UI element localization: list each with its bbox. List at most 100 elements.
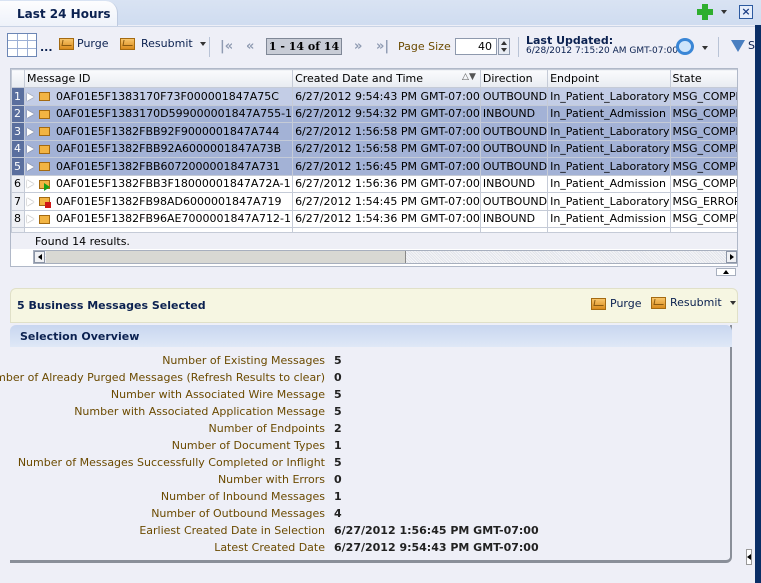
filter-icon[interactable]: [731, 40, 745, 52]
message-id-cell[interactable]: 0AF01E5F1382FB96AE7000001847A712-1: [23, 209, 294, 228]
results-footer: Found 14 results.: [11, 232, 737, 249]
close-icon[interactable]: ×: [739, 5, 753, 19]
add-dropdown-icon[interactable]: [721, 10, 727, 14]
envelope-icon: [39, 144, 50, 154]
next-page-icon[interactable]: »: [354, 39, 362, 54]
message-id: 0AF01E5F1382FBB6072000001847A731: [56, 159, 281, 173]
table-row[interactable]: 6 0AF01E5F1382FBB3F18000001847A72A-1 6/27/…: [11, 174, 737, 193]
overview-row: Number of Outbound Messages 4: [10, 507, 732, 524]
purge-icon: [59, 37, 74, 50]
message-id: 0AF01E5F1382FBB3F18000001847A72A-1: [56, 177, 291, 191]
scroll-up-button[interactable]: [737, 88, 738, 100]
overview-label: Number of Already Purged Messages (Refre…: [0, 371, 325, 384]
overview-value: 5: [334, 354, 342, 367]
column-header-created[interactable]: Created Date and Time △▼: [292, 69, 481, 88]
table-row[interactable]: 7 0AF01E5F1382FB98AD6000001847A719 6/27/20…: [11, 192, 737, 211]
message-id: 0AF01E5F1383170D599000001847A755-1: [56, 107, 293, 121]
table-row[interactable]: 8 0AF01E5F1382FB96AE7000001847A712-1 6/27/…: [11, 209, 737, 228]
tab-bar: Last 24 Hours ×: [0, 0, 761, 26]
message-id-cell[interactable]: 0AF01E5F1383170F73F000001847A75C: [23, 87, 294, 106]
column-header-endpoint[interactable]: Endpoint: [547, 69, 671, 88]
expand-icon[interactable]: [27, 145, 34, 154]
column-header-state[interactable]: State: [669, 69, 737, 88]
vertical-scrollbar[interactable]: [737, 88, 738, 231]
refresh-icon[interactable]: [676, 38, 694, 55]
expand-icon[interactable]: [27, 180, 34, 189]
state-cell: MSG_COMPLETE: [669, 87, 737, 106]
overview-title: Selection Overview: [20, 330, 140, 343]
horizontal-scrollbar[interactable]: [33, 250, 737, 264]
expand-icon[interactable]: [27, 127, 34, 136]
message-id-cell[interactable]: 0AF01E5F1382FB98AD6000001847A719: [23, 192, 294, 211]
expand-side-panel-button[interactable]: [746, 549, 752, 565]
scroll-left-button[interactable]: [34, 251, 45, 263]
state-cell: MSG_COMPLETE: [669, 174, 737, 193]
column-header-message-id[interactable]: Message ID: [23, 69, 294, 88]
direction-cell: OUTBOUND: [479, 192, 549, 211]
overview-value: 0: [334, 473, 342, 486]
table-row[interactable]: 5 0AF01E5F1382FBB6072000001847A731 6/27/20…: [11, 157, 737, 176]
add-icon[interactable]: [697, 4, 713, 20]
page-size-spinner[interactable]: [498, 38, 510, 55]
expand-icon[interactable]: [27, 197, 34, 206]
last-page-icon[interactable]: »|: [376, 39, 389, 54]
previous-page-icon[interactable]: «: [246, 39, 254, 54]
state-cell: MSG_COMPLETE: [669, 104, 737, 123]
overview-row: Latest Created Date 6/27/2012 9:54:43 PM …: [10, 541, 732, 558]
resubmit-button[interactable]: Resubmit: [120, 37, 206, 50]
overview-value: 2: [334, 422, 342, 435]
sort-icon[interactable]: △▼: [462, 72, 476, 82]
purge-button[interactable]: Purge: [59, 37, 109, 50]
row-number: 8: [11, 209, 25, 228]
purge-label: Purge: [77, 37, 109, 50]
refresh-dropdown-icon[interactable]: [702, 46, 708, 50]
table-row[interactable]: 4 0AF01E5F1382FBB92A6000001847A73B 6/27/20…: [11, 139, 737, 158]
table-row[interactable]: 3 0AF01E5F1382FBB92F9000001847A744 6/27/20…: [11, 122, 737, 141]
table-view-icon[interactable]: [7, 33, 37, 57]
tab-last-24-hours[interactable]: Last 24 Hours: [0, 1, 118, 26]
state-cell: MSG_COMPLETE: [669, 139, 737, 158]
page-size-label: Page Size: [398, 40, 451, 53]
endpoint-cell: In_Patient_Admission: [547, 174, 671, 193]
overview-row: Number with Associated Application Messa…: [10, 405, 732, 422]
detail-purge-button[interactable]: Purge: [591, 297, 642, 310]
message-id-cell[interactable]: 0AF01E5F1383170D599000001847A755-1: [23, 104, 294, 123]
overview-value: 6/27/2012 9:54:43 PM GMT-07:00: [334, 541, 539, 554]
resubmit-label: Resubmit: [670, 296, 722, 309]
expand-icon[interactable]: [27, 215, 34, 224]
collapse-panel-button[interactable]: [716, 268, 736, 276]
scrollbar-thumb[interactable]: [46, 251, 406, 263]
expand-icon[interactable]: [27, 162, 34, 171]
scroll-down-button[interactable]: [737, 219, 738, 231]
message-id-cell[interactable]: 0AF01E5F1382FBB92A6000001847A73B: [23, 139, 294, 158]
overview-row: Number with Errors 0: [10, 473, 732, 490]
expand-icon[interactable]: [27, 110, 34, 119]
more-button[interactable]: ...: [40, 41, 53, 54]
message-id-cell[interactable]: 0AF01E5F1382FBB92F9000001847A744: [23, 122, 294, 141]
resubmit-icon: [120, 37, 135, 50]
selection-title: 5 Business Messages Selected: [17, 299, 206, 312]
overview-label: Number of Endpoints: [208, 422, 325, 435]
resubmit-icon: [651, 296, 666, 309]
expand-icon[interactable]: [27, 92, 34, 101]
table-row[interactable]: 1 0AF01E5F1383170F73F000001847A75C 6/27/20…: [11, 87, 737, 106]
envelope-icon: [39, 162, 50, 172]
page-info: 1 - 14 of 14: [266, 38, 342, 55]
filter-label[interactable]: S: [748, 39, 755, 52]
overview-label: Number with Associated Application Messa…: [74, 405, 325, 418]
message-id-cell[interactable]: 0AF01E5F1382FBB6072000001847A731: [23, 157, 294, 176]
row-number: 1: [11, 87, 25, 106]
direction-cell: INBOUND: [479, 174, 549, 193]
overview-header: Selection Overview: [10, 325, 732, 347]
window-border: [755, 25, 761, 583]
page-size-input[interactable]: 40: [455, 38, 497, 55]
overview-label: Number of Outbound Messages: [151, 507, 325, 520]
scroll-right-button[interactable]: [726, 251, 737, 263]
created-cell: 6/27/2012 1:56:58 PM GMT-07:00: [292, 122, 481, 141]
first-page-icon[interactable]: |«: [220, 39, 233, 54]
table-row[interactable]: 2 0AF01E5F1383170D599000001847A755-1 6/27/…: [11, 104, 737, 123]
message-id-cell[interactable]: 0AF01E5F1382FBB3F18000001847A72A-1: [23, 174, 294, 193]
state-cell: MSG_COMPLETE: [669, 122, 737, 141]
column-header-direction[interactable]: Direction: [479, 69, 549, 88]
detail-resubmit-button[interactable]: Resubmit: [651, 296, 736, 309]
